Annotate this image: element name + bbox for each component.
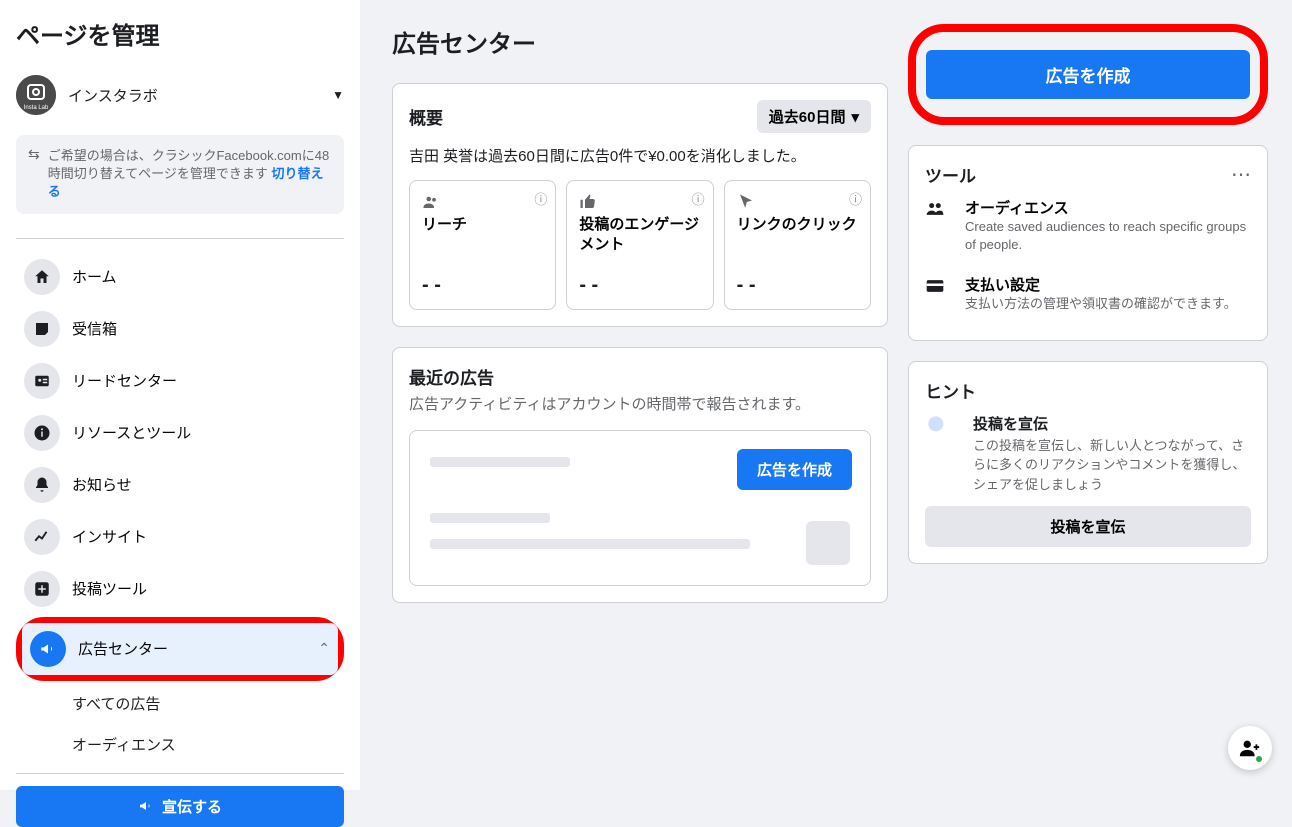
caret-down-icon: ▼ bbox=[332, 88, 344, 102]
promote-button[interactable]: 宣伝する bbox=[16, 786, 344, 827]
recent-desc: 広告アクティビティはアカウントの時間帯で報告されます。 bbox=[409, 393, 871, 414]
megaphone-icon bbox=[30, 631, 66, 667]
overview-title: 概要 bbox=[409, 104, 443, 129]
sidebar: ページを管理 Insta Lab インスタラボ ▼ ⇆ ご希望の場合は、クラシッ… bbox=[0, 0, 360, 790]
recent-title: 最近の広告 bbox=[409, 364, 871, 389]
hints-title: ヒント bbox=[925, 378, 1251, 403]
cursor-icon bbox=[737, 193, 858, 211]
divider bbox=[16, 238, 344, 239]
stat-label: リーチ bbox=[422, 215, 543, 235]
bell-icon bbox=[24, 467, 60, 503]
page-title: 広告センター bbox=[392, 24, 888, 59]
sidebar-item-insights[interactable]: インサイト bbox=[16, 511, 344, 563]
placeholder-thumb bbox=[806, 521, 850, 565]
id-card-icon bbox=[24, 363, 60, 399]
info-icon bbox=[24, 415, 60, 451]
promote-label: 宣伝する bbox=[162, 796, 222, 817]
home-icon bbox=[24, 259, 60, 295]
people-icon bbox=[422, 193, 543, 211]
nav-label: インサイト bbox=[72, 526, 147, 547]
nav-label: リソースとツール bbox=[72, 422, 191, 443]
recent-ads-card: 最近の広告 広告アクティビティはアカウントの時間帯で報告されます。 広告を作成 bbox=[392, 347, 888, 603]
chat-fab[interactable] bbox=[1228, 726, 1272, 770]
placeholder-bar bbox=[430, 539, 750, 549]
people-icon bbox=[925, 197, 953, 254]
create-ad-highlight: 広告を作成 bbox=[908, 24, 1268, 125]
page-avatar: Insta Lab bbox=[16, 75, 56, 115]
plus-square-icon bbox=[24, 571, 60, 607]
nav-label: ホーム bbox=[72, 266, 117, 287]
chevron-up-icon: ⌃ bbox=[318, 640, 330, 657]
main-content: 広告センター 概要 過去60日間 ▾ 吉田 英誉は過去60日間に広告0件で¥0.… bbox=[360, 0, 1292, 790]
inbox-icon bbox=[24, 311, 60, 347]
overview-summary: 吉田 英誉は過去60日間に広告0件で¥0.00を消化しました。 bbox=[409, 145, 871, 166]
sidebar-title: ページを管理 bbox=[16, 16, 344, 51]
nav-label: 投稿ツール bbox=[72, 578, 147, 599]
placeholder-bar bbox=[430, 513, 550, 523]
date-range-label: 過去60日間 bbox=[769, 106, 846, 127]
overview-card: 概要 過去60日間 ▾ 吉田 英誉は過去60日間に広告0件で¥0.00を消化しま… bbox=[392, 83, 888, 327]
tools-card: ツール ⋯ オーディエンス Create saved audiences to … bbox=[908, 145, 1268, 341]
stat-reach[interactable]: ⓘ リーチ - - bbox=[409, 180, 556, 310]
create-ad-button[interactable]: 広告を作成 bbox=[737, 449, 852, 490]
tool-item-audience[interactable]: オーディエンス Create saved audiences to reach … bbox=[925, 187, 1251, 264]
tool-title: 支払い設定 bbox=[965, 274, 1237, 295]
stat-value: - - bbox=[737, 274, 858, 297]
hints-card: ヒント 投稿を宣伝 この投稿を宣伝し、新しい人とつながって、さらに多くのリアクシ… bbox=[908, 361, 1268, 565]
tool-item-payment[interactable]: 支払い設定 支払い方法の管理や領収書の確認ができます。 bbox=[925, 264, 1251, 323]
nav-label: 受信箱 bbox=[72, 318, 117, 339]
sidebar-item-ad-center[interactable]: 広告センター ⌃ bbox=[22, 623, 338, 675]
recent-placeholder: 広告を作成 bbox=[409, 430, 871, 586]
hint-item-desc: この投稿を宣伝し、新しい人とつながって、さらに多くのリアクションやコメントを獲得… bbox=[973, 436, 1251, 495]
placeholder-bar bbox=[430, 457, 570, 467]
stat-label: リンクのクリック bbox=[737, 215, 858, 235]
megaphone-icon bbox=[138, 798, 154, 814]
info-icon[interactable]: ⓘ bbox=[692, 189, 705, 208]
nav-label: 広告センター bbox=[78, 638, 168, 659]
tool-desc: 支払い方法の管理や領収書の確認ができます。 bbox=[965, 295, 1237, 313]
divider bbox=[16, 773, 344, 774]
info-icon[interactable]: ⓘ bbox=[849, 189, 862, 208]
stat-link-clicks[interactable]: ⓘ リンクのクリック - - bbox=[724, 180, 871, 310]
date-range-dropdown[interactable]: 過去60日間 ▾ bbox=[757, 100, 871, 133]
boost-post-button[interactable]: 投稿を宣伝 bbox=[925, 506, 1251, 547]
hint-icon bbox=[925, 413, 961, 449]
classic-notice: ⇆ ご希望の場合は、クラシックFacebook.comに48時間切り替えてページ… bbox=[16, 135, 344, 214]
sidebar-item-publishing[interactable]: 投稿ツール bbox=[16, 563, 344, 615]
sidebar-item-notifications[interactable]: お知らせ bbox=[16, 459, 344, 511]
tool-title: オーディエンス bbox=[965, 197, 1251, 218]
stat-value: - - bbox=[579, 274, 700, 297]
nav-list: ホーム 受信箱 リードセンター リソースとツール お知らせ インサイト bbox=[16, 251, 344, 765]
stat-engagement[interactable]: ⓘ 投稿のエンゲージメント - - bbox=[566, 180, 713, 310]
swap-icon: ⇆ bbox=[28, 147, 40, 202]
sidebar-sub-audience[interactable]: オーディエンス bbox=[16, 724, 344, 765]
caret-down-icon: ▾ bbox=[851, 108, 859, 126]
nav-label: お知らせ bbox=[72, 474, 132, 495]
stat-value: - - bbox=[422, 274, 543, 297]
tool-desc: Create saved audiences to reach specific… bbox=[965, 218, 1251, 254]
page-selector[interactable]: Insta Lab インスタラボ ▼ bbox=[16, 67, 344, 123]
sidebar-item-home[interactable]: ホーム bbox=[16, 251, 344, 303]
more-icon[interactable]: ⋯ bbox=[1231, 162, 1251, 187]
sidebar-item-resources[interactable]: リソースとツール bbox=[16, 407, 344, 459]
online-dot-icon bbox=[1254, 754, 1264, 764]
thumbs-up-icon bbox=[579, 193, 700, 211]
tools-title: ツール bbox=[925, 162, 976, 187]
create-ad-main-button[interactable]: 広告を作成 bbox=[926, 50, 1250, 99]
svg-text:Insta Lab: Insta Lab bbox=[24, 105, 49, 111]
credit-card-icon bbox=[925, 274, 953, 313]
page-name: インスタラボ bbox=[68, 85, 320, 106]
hint-item-title: 投稿を宣伝 bbox=[973, 413, 1251, 434]
nav-label: リードセンター bbox=[72, 370, 177, 391]
ad-center-highlight: 広告センター ⌃ bbox=[16, 617, 344, 681]
info-icon[interactable]: ⓘ bbox=[534, 189, 547, 208]
sidebar-sub-all-ads[interactable]: すべての広告 bbox=[16, 683, 344, 724]
sidebar-item-leads[interactable]: リードセンター bbox=[16, 355, 344, 407]
chart-icon bbox=[24, 519, 60, 555]
stat-label: 投稿のエンゲージメント bbox=[579, 215, 700, 254]
sidebar-item-inbox[interactable]: 受信箱 bbox=[16, 303, 344, 355]
